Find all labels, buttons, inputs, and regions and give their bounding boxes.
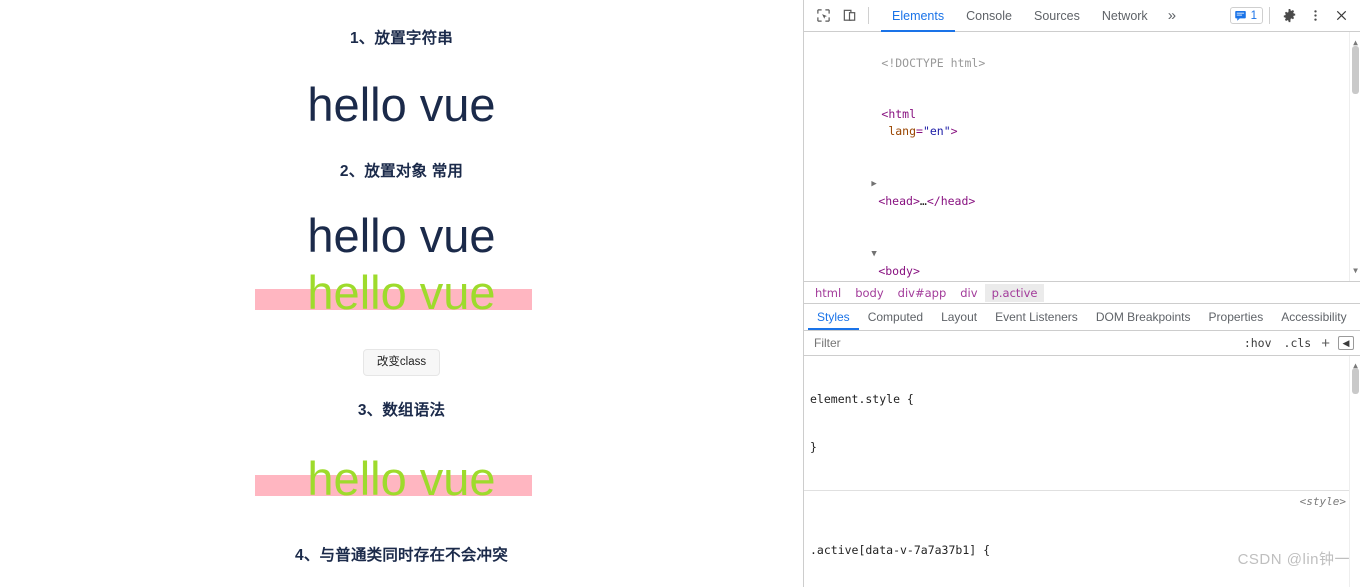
change-class-button-wrap: 改变class: [0, 349, 803, 377]
browser-window: 1、放置字符串 hello vue 2、放置对象 常用 hello vue he…: [0, 0, 1360, 587]
flex-badge[interactable]: flex: [871, 281, 907, 282]
scrollbar-thumb[interactable]: [1352, 368, 1359, 394]
devtools-tab-list: Elements Console Sources Network »: [881, 0, 1185, 32]
hello-vue-styled-2: hello vue: [0, 454, 803, 503]
devtools-toolbar: Elements Console Sources Network » 1: [804, 0, 1360, 32]
tab-sources[interactable]: Sources: [1023, 0, 1091, 32]
kebab-menu-icon[interactable]: [1302, 3, 1328, 29]
toolbar-right-group: 1: [1230, 3, 1356, 29]
filter-input[interactable]: [812, 335, 1238, 351]
style-rule-selector[interactable]: .active[data-v-7a7a37b1] {: [810, 542, 1352, 558]
hello-vue-hellovue-row-2: hello vue: [0, 457, 803, 513]
pane-tab-computed[interactable]: Computed: [859, 304, 932, 330]
collapse-triangle-body[interactable]: ▼: [871, 249, 876, 259]
new-style-rule-button[interactable]: +: [1317, 335, 1334, 352]
pane-tab-accessibility[interactable]: Accessibility: [1272, 304, 1355, 330]
scroll-down-icon[interactable]: ▼: [1351, 262, 1360, 279]
hello-vue-hellovue-row-1: hello vue: [0, 271, 803, 327]
message-count-badge[interactable]: 1: [1230, 7, 1263, 24]
more-tabs-icon[interactable]: »: [1159, 0, 1185, 32]
vue-app-root: 1、放置字符串 hello vue 2、放置对象 常用 hello vue he…: [0, 0, 803, 587]
style-rule-close: }: [810, 439, 1352, 455]
toggle-sidebar-icon[interactable]: ◀: [1338, 336, 1354, 350]
toolbar-divider: [868, 7, 869, 24]
section-heading-2: 2、放置对象 常用: [0, 159, 803, 181]
section-heading-1: 1、放置字符串: [0, 26, 803, 48]
style-rule-active[interactable]: <style> .active[data-v-7a7a37b1] { font-…: [804, 491, 1360, 587]
styles-pane-scrollbar[interactable]: ▲: [1349, 356, 1360, 587]
hello-vue-plain-1: hello vue: [0, 80, 803, 129]
expand-triangle-head[interactable]: ▶: [871, 179, 876, 189]
section-heading-3: 3、数组语法: [0, 398, 803, 420]
toolbar-divider-2: [1269, 7, 1270, 24]
breadcrumb-item-p-active[interactable]: p.active: [985, 284, 1045, 302]
tab-console[interactable]: Console: [955, 0, 1023, 32]
message-icon: [1234, 9, 1247, 22]
pane-tab-event-listeners[interactable]: Event Listeners: [986, 304, 1087, 330]
tab-network[interactable]: Network: [1091, 0, 1159, 32]
style-rule-origin[interactable]: <style>: [1300, 494, 1346, 510]
breadcrumb-item-body[interactable]: body: [848, 284, 890, 302]
dom-row[interactable]: <html lang="en">: [804, 89, 1360, 157]
breadcrumb-item-div[interactable]: div: [953, 284, 984, 302]
styles-pane[interactable]: element.style { } <style> .active[data-v…: [804, 356, 1360, 587]
hov-button[interactable]: :hov: [1238, 336, 1278, 350]
dom-row[interactable]: ▼ <body> flex: [804, 227, 1360, 282]
tab-elements[interactable]: Elements: [881, 0, 955, 32]
dom-row[interactable]: ▶ <head>…</head>: [804, 157, 1360, 227]
breadcrumb: html body div#app div p.active: [804, 282, 1360, 304]
style-rule-selector[interactable]: element.style {: [810, 391, 1352, 407]
pane-tab-layout[interactable]: Layout: [932, 304, 986, 330]
styles-filter-bar: :hov .cls + ◀: [804, 331, 1360, 356]
breadcrumb-item-html[interactable]: html: [808, 284, 848, 302]
pane-tab-dom-breakpoints[interactable]: DOM Breakpoints: [1087, 304, 1200, 330]
pane-tab-styles[interactable]: Styles: [808, 304, 859, 330]
message-count-value: 1: [1251, 10, 1257, 22]
hello-vue-styled-1: hello vue: [0, 268, 803, 317]
hello-vue-plain-2: hello vue: [0, 211, 803, 260]
inspect-element-icon[interactable]: [810, 3, 836, 29]
close-icon[interactable]: [1328, 3, 1354, 29]
page-viewport: 1、放置字符串 hello vue 2、放置对象 常用 hello vue he…: [0, 0, 803, 587]
dom-tree[interactable]: <!DOCTYPE html> <html lang="en"> ▶ <head…: [804, 32, 1360, 282]
pane-tab-properties[interactable]: Properties: [1200, 304, 1273, 330]
styles-pane-tab-list: Styles Computed Layout Event Listeners D…: [804, 304, 1360, 331]
dom-doctype: <!DOCTYPE html>: [881, 56, 985, 70]
change-class-button[interactable]: 改变class: [363, 349, 440, 377]
breadcrumb-item-div-app[interactable]: div#app: [891, 284, 954, 302]
device-toolbar-icon[interactable]: [836, 3, 862, 29]
devtools-panel: Elements Console Sources Network » 1: [803, 0, 1360, 587]
section-heading-4: 4、与普通类同时存在不会冲突: [0, 543, 803, 565]
scrollbar-thumb[interactable]: [1352, 46, 1359, 94]
cls-button[interactable]: .cls: [1278, 336, 1318, 350]
style-rule-element-style[interactable]: element.style { }: [804, 356, 1360, 491]
gear-icon[interactable]: [1276, 3, 1302, 29]
dom-row[interactable]: <!DOCTYPE html>: [804, 38, 1360, 89]
dom-tree-scrollbar[interactable]: ▲ ▼: [1349, 32, 1360, 281]
